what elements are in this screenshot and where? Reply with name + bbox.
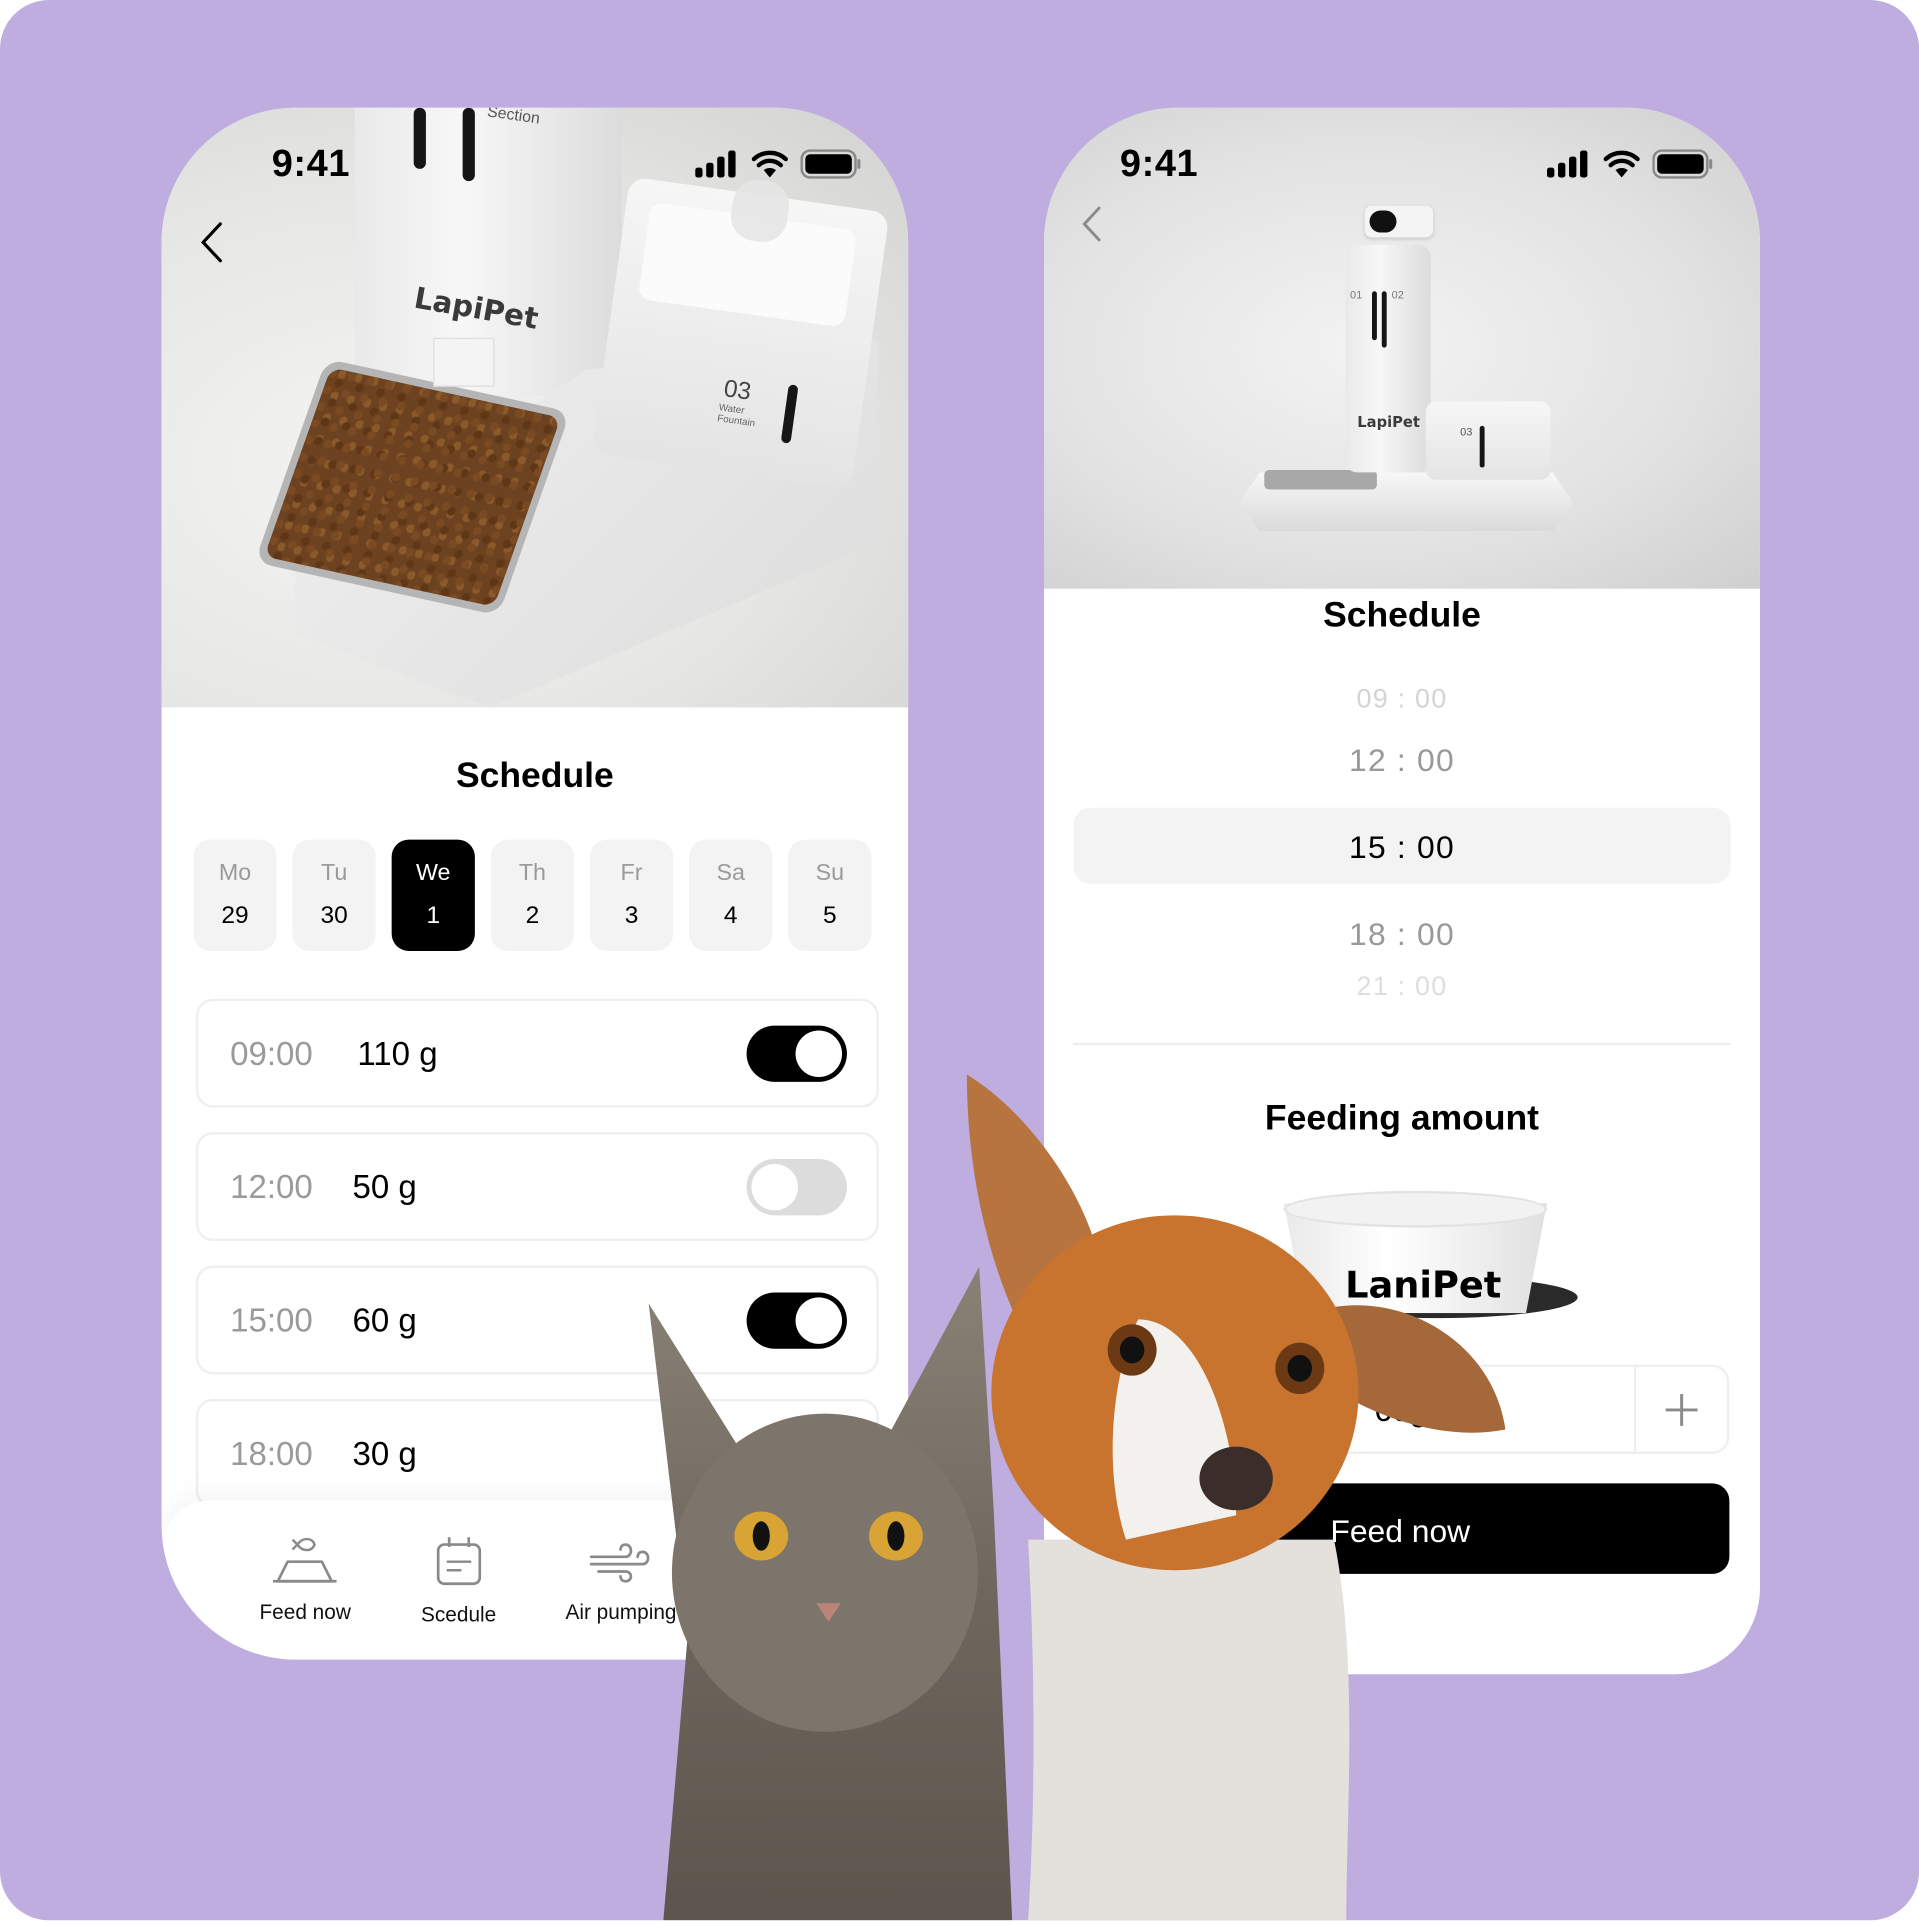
fountain-label: 03: [1460, 425, 1473, 439]
back-button[interactable]: [193, 218, 230, 267]
schedule-row[interactable]: 09:00 110 g: [195, 998, 879, 1108]
day-name: We: [416, 860, 451, 887]
day-date: 3: [624, 902, 639, 929]
plus-icon: [1665, 1393, 1698, 1426]
chevron-left-icon: [200, 222, 222, 263]
day-name: Su: [815, 860, 845, 887]
feeder-tower: 01 02 LapiPet: [1345, 244, 1431, 473]
status-bar: 9:41: [162, 142, 909, 186]
day-chip[interactable]: Th 2: [490, 839, 575, 951]
calendar-icon: [436, 1537, 481, 1586]
schedule-amount: 110 g: [357, 1035, 438, 1073]
schedule-row[interactable]: 12:00 50 g: [195, 1132, 879, 1242]
signal-icon: [695, 150, 736, 178]
chevron-left-icon: [1082, 206, 1101, 242]
time-picker[interactable]: 09 : 00 12 : 00 15 : 00 18 : 00 21 : 00: [1073, 671, 1731, 1003]
tab-feed-now[interactable]: Feed now: [259, 1535, 351, 1626]
schedule-amount: 50 g: [352, 1168, 417, 1206]
back-button[interactable]: [1073, 199, 1110, 248]
day-date: 5: [822, 902, 837, 929]
day-chip[interactable]: Tu 30: [292, 839, 376, 951]
tab-label: Scedule: [421, 1603, 497, 1627]
schedule-toggle[interactable]: [746, 1159, 847, 1216]
dog-photo: [955, 1074, 1506, 1921]
schedule-time: 09:00: [230, 1035, 313, 1073]
schedule-time: 18:00: [230, 1435, 313, 1473]
battery-icon: [1652, 149, 1713, 179]
time-option[interactable]: 09 : 00: [1073, 683, 1730, 715]
brand-logo: LapiPet: [1357, 413, 1420, 431]
fountain-sublabel: Water Fountain: [716, 401, 756, 429]
day-name: Mo: [218, 860, 252, 887]
wifi-icon: [1603, 150, 1640, 178]
status-time: 9:41: [271, 141, 351, 185]
water-fountain: 03: [1425, 401, 1551, 480]
day-chip[interactable]: Fr 3: [589, 839, 674, 951]
schedule-amount: 60 g: [352, 1302, 417, 1339]
signal-icon: [1547, 150, 1588, 178]
product-photo: Section LapiPet 03 Water Fountain: [161, 107, 909, 708]
tab-schedule[interactable]: Scedule: [421, 1535, 496, 1628]
day-chip-selected[interactable]: We 1: [391, 839, 475, 951]
status-bar: 9:41: [1044, 142, 1760, 186]
tower-label: 01: [1349, 288, 1363, 302]
schedule-title: Schedule: [1323, 596, 1481, 636]
schedule-time: 12:00: [230, 1168, 313, 1206]
divider: [1073, 1042, 1731, 1046]
day-date: 29: [221, 902, 249, 929]
day-chip[interactable]: Mo 29: [193, 839, 277, 951]
day-date: 2: [525, 902, 540, 929]
day-date: 30: [320, 902, 348, 929]
day-name: Tu: [320, 860, 348, 887]
time-option-selected[interactable]: 15 : 00: [1073, 829, 1730, 867]
status-time: 9:41: [1119, 141, 1199, 185]
wifi-icon: [751, 150, 788, 178]
tab-label: Feed now: [259, 1600, 351, 1625]
battery-icon: [800, 149, 861, 179]
day-selector: Mo 29 Tu 30 We 1 Th 2 Fr 3 Sa 4 Su 5: [193, 839, 872, 951]
schedule-toggle[interactable]: [746, 1025, 847, 1082]
schedule-time: 15:00: [230, 1302, 313, 1339]
schedule-title: Schedule: [455, 756, 614, 796]
time-option[interactable]: 18 : 00: [1073, 915, 1730, 953]
day-name: Th: [518, 860, 546, 887]
day-name: Sa: [716, 860, 745, 887]
tower-label: Section: [486, 107, 542, 128]
time-option[interactable]: 21 : 00: [1073, 971, 1730, 1003]
schedule-amount: 30 g: [352, 1435, 417, 1473]
day-chip[interactable]: Su 5: [788, 839, 872, 951]
water-fountain: 03 Water Fountain: [591, 176, 890, 490]
brand-logo: LapiPet: [411, 280, 541, 337]
tower-label: 02: [1391, 288, 1404, 302]
day-name: Fr: [620, 860, 643, 887]
camera-module: [1364, 205, 1434, 238]
day-chip[interactable]: Sa 4: [689, 839, 773, 951]
day-date: 1: [426, 902, 441, 929]
increment-button[interactable]: [1633, 1367, 1727, 1452]
day-date: 4: [723, 902, 738, 929]
time-option[interactable]: 12 : 00: [1073, 742, 1730, 780]
feed-bowl-icon: [273, 1537, 337, 1583]
